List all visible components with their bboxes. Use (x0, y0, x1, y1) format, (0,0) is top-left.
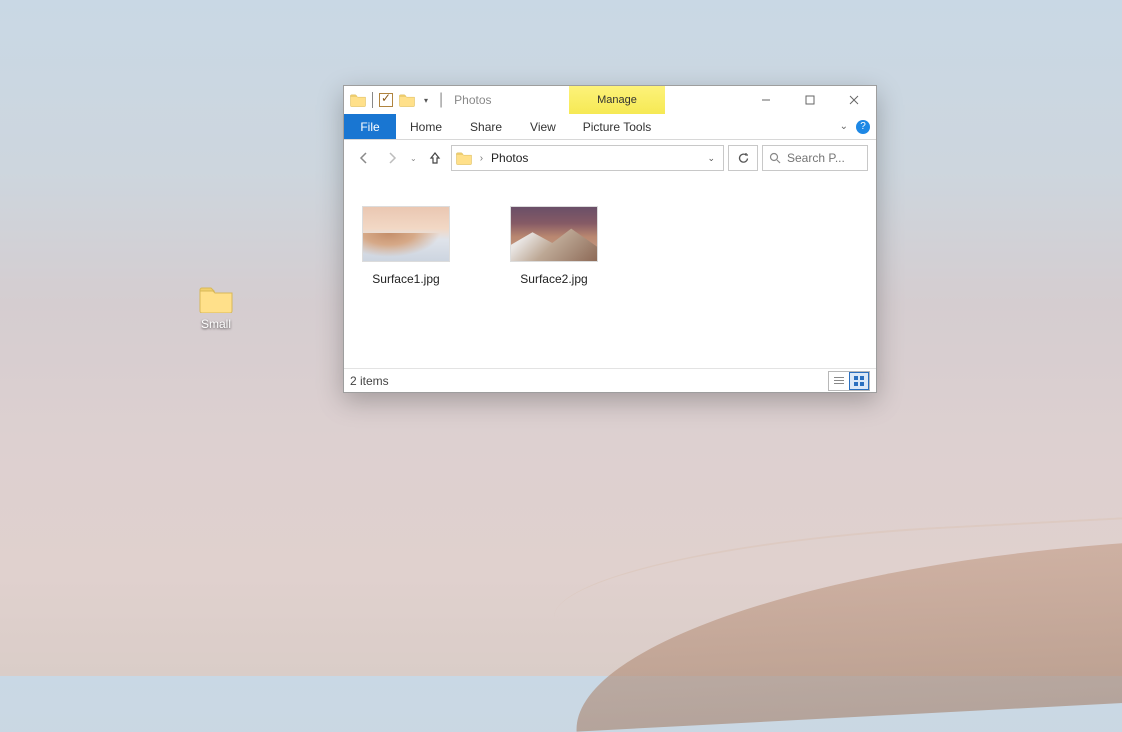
search-input[interactable] (787, 151, 857, 165)
maximize-button[interactable] (788, 86, 832, 114)
folder-icon (186, 285, 246, 313)
recent-locations-dropdown[interactable]: ⌄ (408, 154, 419, 163)
breadcrumb-separator-icon[interactable]: › (476, 153, 487, 164)
view-large-icons-button[interactable] (849, 372, 869, 390)
ribbon-tabs: File Home Share View Picture Tools ⌄ ? (344, 114, 876, 140)
tab-home-label: Home (410, 120, 442, 134)
tab-view[interactable]: View (516, 114, 570, 139)
view-mode-toggle (828, 371, 870, 391)
contextual-tab-header[interactable]: Manage (569, 86, 665, 114)
new-folder-icon[interactable] (399, 93, 415, 107)
file-explorer-window: ▾ | Photos Manage File Home Share (343, 85, 877, 393)
address-history-dropdown[interactable]: ⌄ (707, 153, 719, 164)
refresh-button[interactable] (728, 145, 758, 171)
file-thumbnail (362, 206, 450, 262)
file-name-label: Surface1.jpg (372, 272, 439, 286)
folder-icon (456, 151, 472, 165)
breadcrumb-current[interactable]: Photos (491, 151, 528, 165)
qat-customize-dropdown[interactable]: ▾ (421, 96, 428, 105)
window-title: Photos (454, 93, 491, 107)
close-button[interactable] (832, 86, 876, 114)
desktop-folder-label: Small (186, 317, 246, 331)
folder-icon (350, 93, 366, 107)
file-tab-label: File (360, 120, 379, 134)
title-separator: | (434, 91, 448, 109)
tab-picture-tools[interactable]: Picture Tools (569, 114, 665, 139)
minimize-button[interactable] (744, 86, 788, 114)
status-item-count: 2 items (350, 374, 389, 388)
nav-up-button[interactable] (423, 146, 447, 170)
file-thumbnail (510, 206, 598, 262)
title-bar[interactable]: ▾ | Photos Manage (344, 86, 876, 114)
tab-picture-tools-label: Picture Tools (583, 120, 651, 134)
tab-view-label: View (530, 120, 556, 134)
tab-share[interactable]: Share (456, 114, 516, 139)
desktop-folder-small[interactable]: Small (186, 285, 246, 331)
ribbon-expand-button[interactable]: ⌄ (840, 121, 848, 132)
file-name-label: Surface2.jpg (520, 272, 587, 286)
tab-share-label: Share (470, 120, 502, 134)
file-item[interactable]: Surface1.jpg (356, 206, 456, 288)
help-button[interactable]: ? (856, 120, 870, 134)
search-icon (769, 152, 781, 164)
search-box[interactable] (762, 145, 868, 171)
quick-access-toolbar: ▾ | Photos (344, 91, 492, 109)
nav-forward-button[interactable] (380, 146, 404, 170)
nav-back-button[interactable] (352, 146, 376, 170)
file-list-pane[interactable]: Surface1.jpg Surface2.jpg (344, 176, 876, 368)
file-menu-tab[interactable]: File (344, 114, 396, 139)
properties-icon[interactable] (379, 93, 393, 107)
file-item[interactable]: Surface2.jpg (504, 206, 604, 288)
contextual-tab-label: Manage (597, 94, 637, 106)
navigation-bar: ⌄ › Photos ⌄ (344, 140, 876, 176)
status-bar: 2 items (344, 368, 876, 392)
qat-separator (372, 92, 373, 108)
view-details-button[interactable] (829, 372, 849, 390)
address-bar[interactable]: › Photos ⌄ (451, 145, 724, 171)
tab-home[interactable]: Home (396, 114, 456, 139)
window-controls (744, 86, 876, 114)
